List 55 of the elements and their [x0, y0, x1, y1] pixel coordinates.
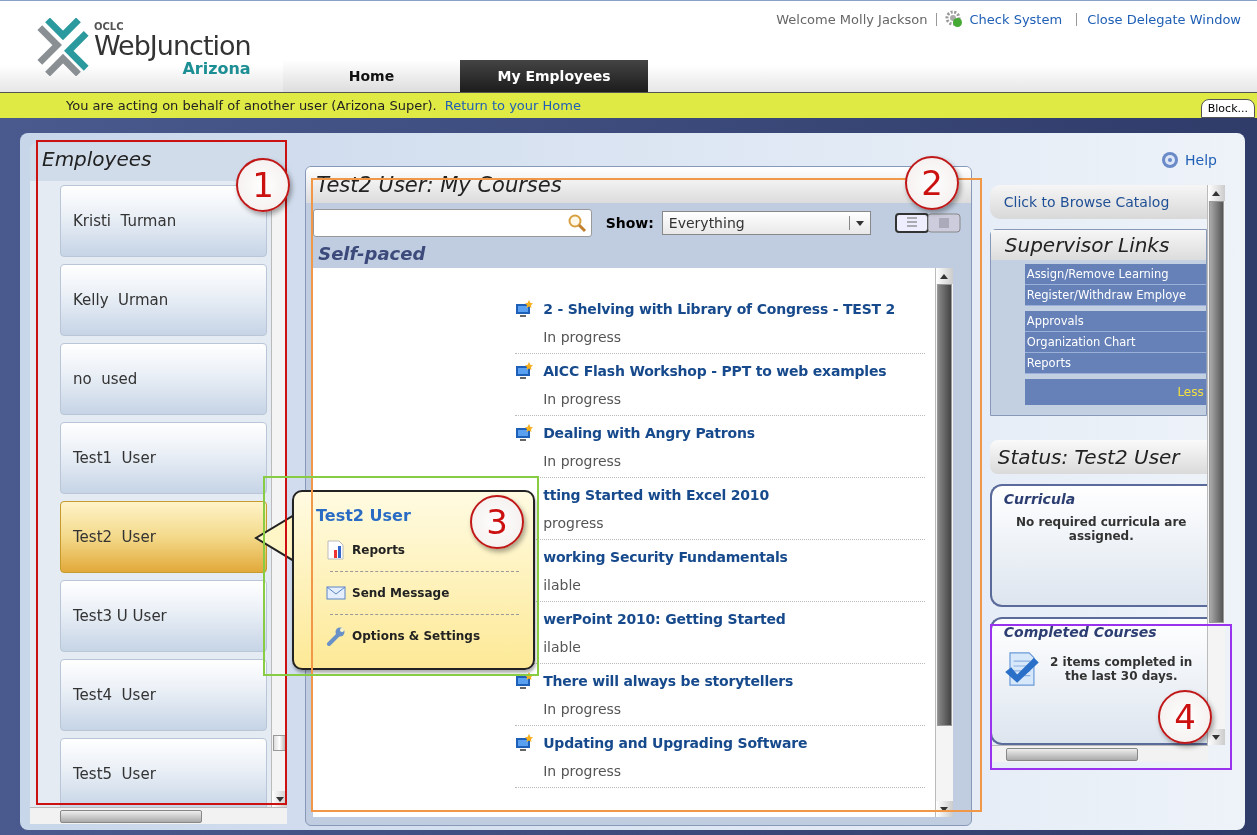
popup-menu-item[interactable]: Options & Settings [316, 623, 481, 649]
employee-card[interactable]: Test2 User [60, 501, 268, 573]
course-link[interactable]: Updating and Upgrading Software [543, 734, 808, 751]
course-status: In progress [542, 391, 623, 408]
employee-card[interactable]: no used [60, 343, 268, 415]
card-text: 2 items completed in the last 30 days. [1049, 655, 1194, 683]
popup-menu-item[interactable]: Reports [316, 537, 405, 563]
return-home-link[interactable]: Return to your Home [444, 98, 581, 113]
show-label: Show: [605, 215, 654, 231]
course-link[interactable]: There will always be storytellers [543, 672, 794, 689]
course-status: In progress [542, 329, 623, 346]
course-link[interactable]: 2 - Shelving with Library of Congress - TEST 2 [543, 300, 896, 317]
help-link[interactable]: Help [1161, 151, 1217, 169]
nav-tab[interactable]: My Employees [460, 60, 648, 92]
course-link[interactable]: AICC Flash Workshop - PPT to web examples [543, 362, 887, 379]
employee-card[interactable]: Test5 User [60, 738, 268, 807]
card-text: No required curricula are assigned. [1015, 514, 1188, 543]
nav-tab[interactable]: Home [283, 60, 460, 92]
supervisor-link[interactable]: Organization Chart [1024, 332, 1206, 353]
employee-card[interactable]: Kelly Urman [60, 264, 268, 336]
show-dropdown[interactable]: Everything [661, 211, 871, 235]
supervisor-link[interactable]: Approvals [1024, 311, 1206, 332]
course-link[interactable]: working Security Fundamentals [543, 548, 788, 565]
card-title: Completed Courses [1003, 624, 1158, 640]
panel-title: Employees [41, 146, 153, 173]
section-heading: Self-paced [317, 242, 427, 266]
logo-small-text: OCLC [94, 22, 125, 32]
course-status: ilable [542, 639, 582, 656]
status-heading: Status: Test2 User [989, 440, 1207, 474]
course-status: ilable [542, 577, 582, 594]
employee-card[interactable]: Test4 User [60, 659, 268, 731]
employee-card[interactable]: Test3 U User [60, 580, 268, 652]
popup-title: Test2 User [316, 506, 411, 525]
logo-region: Arizona [182, 61, 251, 77]
logo-name: WebJunction [94, 32, 251, 59]
course-link[interactable]: tting Started with Excel 2010 [543, 486, 769, 503]
welcome-text: Welcome Molly Jackson [776, 11, 928, 27]
close-delegate-link[interactable]: Close Delegate Window [1087, 11, 1241, 27]
check-system-link[interactable]: Check System [969, 11, 1063, 27]
block-button[interactable]: Block... [1200, 99, 1255, 118]
popup-menu-item[interactable]: Send Message [316, 580, 450, 606]
supervisor-link[interactable]: Register/Withdraw Employe [1024, 285, 1206, 306]
course-link[interactable]: werPoint 2010: Getting Started [543, 610, 786, 627]
supervisor-link[interactable]: Reports [1024, 353, 1206, 374]
supervisor-link[interactable]: Assign/Remove Learning [1024, 264, 1206, 285]
card-title: Curricula [1003, 491, 1077, 507]
employee-card[interactable]: Test1 User [60, 422, 268, 494]
browse-catalog-button[interactable]: Click to Browse Catalog [989, 185, 1207, 219]
course-link[interactable]: Dealing with Angry Patrons [543, 424, 755, 441]
course-status: In progress [542, 701, 623, 718]
delegate-message: You are acting on behalf of another user (Arizona Super). [66, 98, 437, 113]
panel-title: Supervisor Links [990, 230, 1206, 260]
course-status: In progress [542, 763, 623, 780]
course-status: progress [542, 515, 605, 532]
course-status: In progress [542, 453, 623, 470]
